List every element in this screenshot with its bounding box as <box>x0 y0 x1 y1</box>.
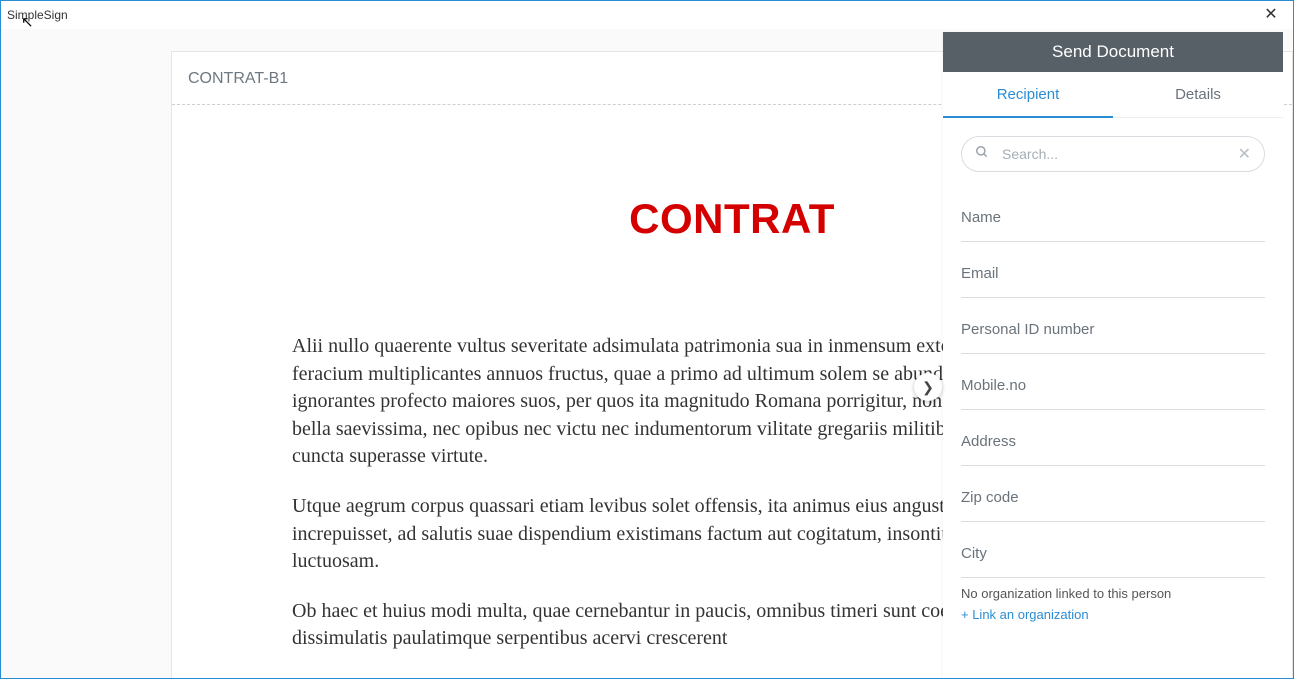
search-wrap: ✕ <box>961 136 1265 172</box>
clear-search-button[interactable]: ✕ <box>1238 144 1251 164</box>
window-close-button[interactable]: ✕ <box>1251 1 1291 29</box>
mobile-field[interactable]: Mobile.no <box>961 362 1265 410</box>
search-input[interactable] <box>961 136 1265 172</box>
panel-tabs: Recipient Details <box>943 72 1283 118</box>
personal-id-field[interactable]: Personal ID number <box>961 306 1265 354</box>
name-field[interactable]: Name <box>961 194 1265 242</box>
link-organization-link[interactable]: + Link an organization <box>961 607 1089 622</box>
send-document-panel: Send Document Recipient Details ✕ Name E… <box>943 32 1283 678</box>
search-icon <box>975 145 989 162</box>
app-title: SimpleSign <box>7 8 68 22</box>
app-window: SimpleSign ✕ ↖ CONTRAT-B1 CONTRAT Alii n… <box>0 0 1294 679</box>
chevron-right-icon: ❯ <box>922 379 934 396</box>
panel-header: Send Document <box>943 32 1283 72</box>
organization-note: No organization linked to this person <box>961 586 1265 601</box>
city-field[interactable]: City <box>961 530 1265 578</box>
content-area: CONTRAT-B1 CONTRAT Alii nullo quaerente … <box>1 29 1293 678</box>
tab-details[interactable]: Details <box>1113 72 1283 117</box>
address-field[interactable]: Address <box>961 418 1265 466</box>
panel-collapse-button[interactable]: ❯ <box>914 373 942 401</box>
tab-recipient[interactable]: Recipient <box>943 72 1113 118</box>
email-field[interactable]: Email <box>961 250 1265 298</box>
title-bar: SimpleSign ✕ <box>1 1 1293 29</box>
panel-body: ✕ Name Email Personal ID number Mobile.n… <box>943 118 1283 624</box>
zip-field[interactable]: Zip code <box>961 474 1265 522</box>
